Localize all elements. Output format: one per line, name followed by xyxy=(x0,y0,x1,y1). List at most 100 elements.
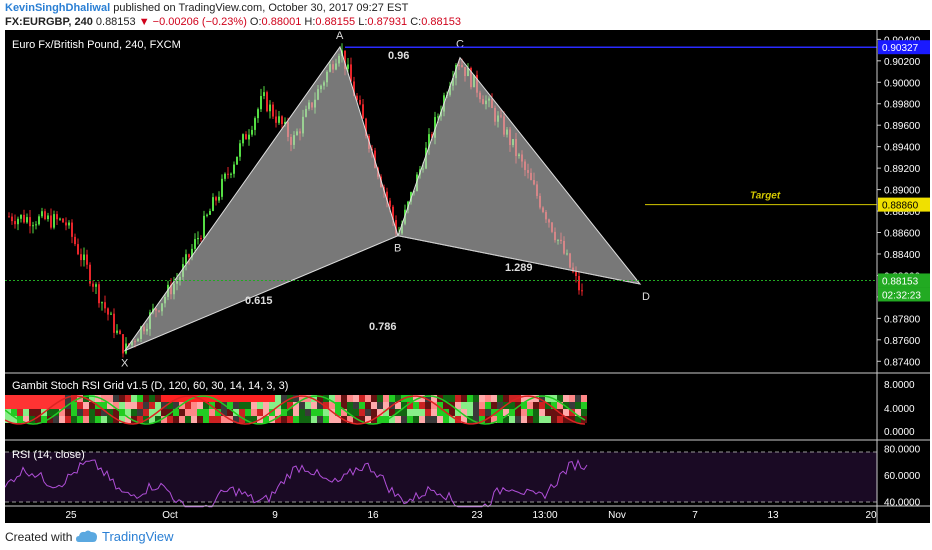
stoch-cell xyxy=(185,402,191,409)
symbol-label: FX:EURGBP, 240 xyxy=(5,16,93,28)
rsi-title: RSI (14, close) xyxy=(12,449,85,461)
stoch-cell xyxy=(491,395,497,402)
candle-body xyxy=(56,214,58,220)
stoch-cell xyxy=(395,416,401,423)
chart-svg[interactable]: XABCD0.6150.961.2890.786Target 0.904000.… xyxy=(5,30,930,523)
x-tick-label: 13 xyxy=(767,510,779,521)
candle-body xyxy=(47,215,49,220)
stoch-cell xyxy=(257,402,263,409)
pattern-point-label: A xyxy=(336,30,344,42)
stoch-cell xyxy=(533,409,539,416)
stoch-cell xyxy=(245,409,251,416)
stoch-cell xyxy=(197,402,203,409)
stoch-cell xyxy=(413,416,419,423)
stoch-cell xyxy=(569,395,575,402)
stoch-cell xyxy=(377,402,383,409)
stoch-cell xyxy=(215,416,221,423)
y-tick-label: 0.87400 xyxy=(884,357,921,368)
stoch-cell xyxy=(575,402,581,409)
candle-body xyxy=(74,236,76,245)
candle-body xyxy=(281,116,283,125)
stoch-cell xyxy=(527,409,533,416)
author-link[interactable]: KevinSinghDhaliwal xyxy=(5,2,110,14)
candle-body xyxy=(77,244,79,255)
stoch-cell xyxy=(353,409,359,416)
stoch-cell xyxy=(473,409,479,416)
stoch-cell xyxy=(377,395,383,402)
candle-body xyxy=(104,302,106,309)
stoch-cell xyxy=(65,409,71,416)
ratio-label: 0.786 xyxy=(369,321,397,333)
stoch-cell xyxy=(77,416,83,423)
ratio-label: 0.96 xyxy=(388,50,409,62)
candle-body xyxy=(206,214,208,216)
stoch-cell xyxy=(407,416,413,423)
stoch-cell xyxy=(485,395,491,402)
tradingview-brand-link[interactable]: TradingView xyxy=(102,529,174,544)
stoch-cell xyxy=(263,395,269,402)
price-tag-label: 0.88860 xyxy=(882,201,919,212)
stoch-cell xyxy=(131,402,137,409)
stoch-cell xyxy=(161,395,167,402)
stoch-cell xyxy=(245,402,251,409)
stoch-rsi-pane xyxy=(5,395,587,425)
stoch-cell xyxy=(311,416,317,423)
stoch-cell xyxy=(137,409,143,416)
stoch-cell xyxy=(257,409,263,416)
candle-body xyxy=(242,134,244,144)
footer: Created with TradingView xyxy=(0,523,932,550)
candle-body xyxy=(86,254,88,265)
candle-body xyxy=(251,129,253,135)
stoch-cell xyxy=(29,395,35,402)
candle-body xyxy=(8,216,10,218)
stoch-cell xyxy=(425,416,431,423)
chart-area[interactable]: XABCD0.6150.961.2890.786Target 0.904000.… xyxy=(5,30,930,523)
stoch-cell xyxy=(353,395,359,402)
chart-header: KevinSinghDhaliwal published on TradingV… xyxy=(0,0,932,30)
candle-body xyxy=(20,214,22,219)
stoch-cell xyxy=(53,416,59,423)
stoch-cell xyxy=(545,409,551,416)
candle-body xyxy=(98,284,100,304)
stoch-cell xyxy=(401,416,407,423)
close-value: 0.88153 xyxy=(421,16,461,28)
stoch-cell xyxy=(305,409,311,416)
candle-body xyxy=(581,290,583,292)
stoch-cell xyxy=(317,416,323,423)
stoch-cell xyxy=(443,416,449,423)
candle-body xyxy=(11,216,13,222)
candle-body xyxy=(359,99,361,105)
main-chart-title: Euro Fx/British Pound, 240, FXCM xyxy=(12,39,181,51)
stoch-cell xyxy=(95,416,101,423)
stoch-cell xyxy=(143,409,149,416)
candle-body xyxy=(101,302,103,304)
candle-body xyxy=(272,104,274,117)
candle-body xyxy=(68,222,70,226)
stoch-cell xyxy=(23,402,29,409)
rsi-tick-label: 60.0000 xyxy=(884,471,921,482)
stoch-cell xyxy=(251,409,257,416)
pattern-point-label: X xyxy=(121,358,129,370)
stoch-cell xyxy=(467,402,473,409)
x-tick-label: 23 xyxy=(471,510,483,521)
low-value: 0.87931 xyxy=(367,16,408,28)
stoch-cell xyxy=(203,416,209,423)
candle-body xyxy=(107,308,109,315)
stoch-cell xyxy=(209,416,215,423)
high-label: H: xyxy=(304,16,316,28)
stoch-cell xyxy=(293,409,299,416)
stoch-cell xyxy=(233,395,239,402)
stoch-cell xyxy=(485,402,491,409)
stoch-cell xyxy=(149,395,155,402)
x-tick-label: 7 xyxy=(692,510,698,521)
y-tick-label: 0.87800 xyxy=(884,314,921,325)
stoch-cell xyxy=(71,416,77,423)
stoch-cell xyxy=(581,402,587,409)
candle-body xyxy=(83,254,85,261)
stoch-tick-label: 4.0000 xyxy=(884,404,915,415)
stoch-cell xyxy=(371,395,377,402)
stoch-cell xyxy=(299,409,305,416)
stoch-cell xyxy=(461,402,467,409)
candle-body xyxy=(575,271,577,277)
stoch-cell xyxy=(359,402,365,409)
